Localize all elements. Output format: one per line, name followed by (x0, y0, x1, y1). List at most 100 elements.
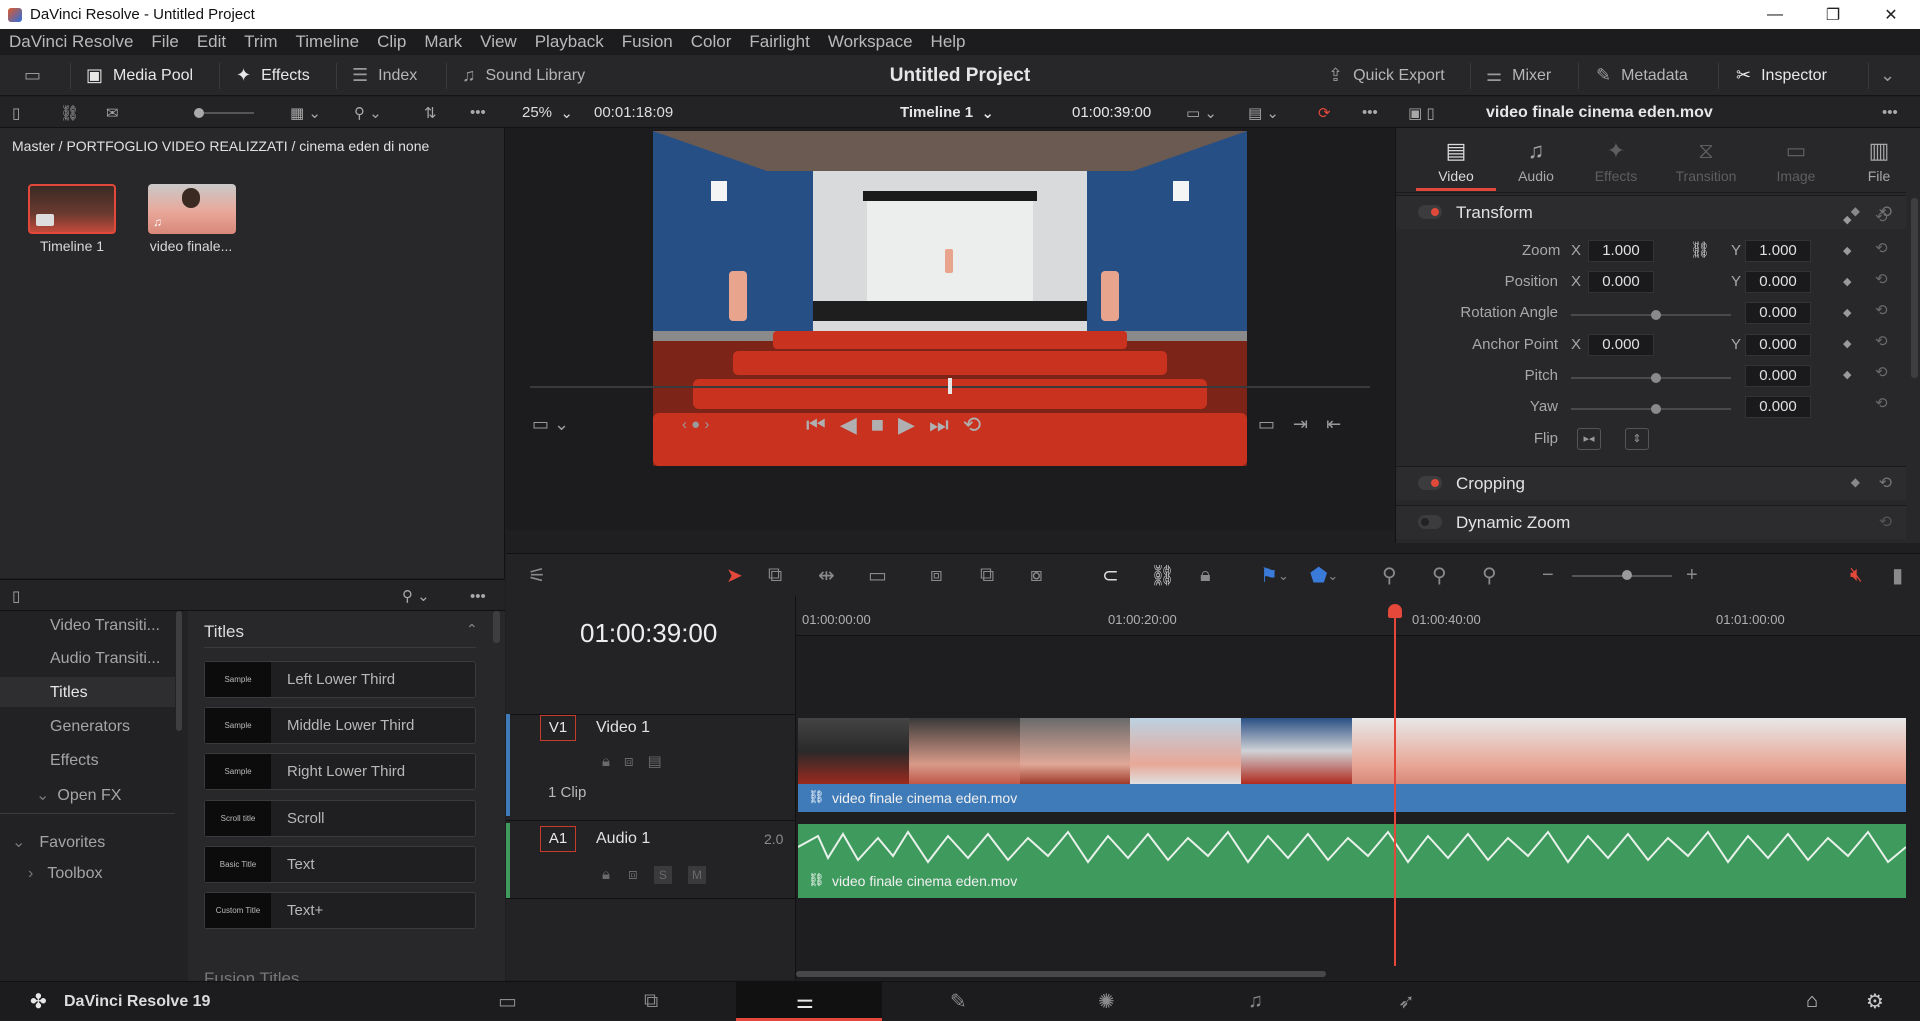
zoom-in-icon[interactable]: + (1686, 554, 1698, 597)
fairlight-page-icon[interactable]: ♫ (1248, 982, 1263, 1021)
settings-gear-icon[interactable]: ⚙ (1866, 982, 1884, 1021)
tree-item-effects[interactable]: Effects (50, 752, 99, 770)
tab-video[interactable]: ▤ Video (1416, 138, 1496, 184)
tree-item-toolbox[interactable]: › Toolbox (28, 865, 102, 883)
tree-scrollbar[interactable] (176, 611, 182, 731)
tree-item-generators[interactable]: Generators (50, 718, 130, 736)
viewer-layout-icon[interactable]: ▭ ⌄ (1186, 97, 1217, 128)
tree-item-titles[interactable]: Titles (50, 684, 88, 702)
menu-view[interactable]: View (471, 32, 526, 52)
blade-tool-icon[interactable]: ▭ (868, 554, 887, 597)
menu-davinci[interactable]: DaVinci Resolve (0, 32, 142, 52)
linked-selection-icon[interactable]: ⛓ (1150, 554, 1175, 597)
sound-library-button[interactable]: ♫ Sound Library (462, 55, 585, 96)
timeline-select[interactable]: Timeline 1 ⌄ (900, 97, 994, 128)
menu-file[interactable]: File (142, 32, 187, 52)
inspector-more-icon[interactable]: ••• (1882, 97, 1898, 128)
transform-section-header[interactable]: Transform ◆ ⟲ (1396, 195, 1906, 229)
transport-controls[interactable]: ⏮◀■▶⏭⟲ (806, 412, 995, 438)
fusion-titles-section[interactable]: Fusion Titles (204, 969, 299, 981)
keyframe-column[interactable]: ◆ ◆ ◆ ◆ ◆ ◆ (1843, 205, 1851, 391)
insert-clip-icon[interactable]: ⧈ (930, 554, 943, 597)
audio-meter-icon[interactable]: ▮ (1892, 554, 1903, 597)
collapse-section-icon[interactable]: ⌃ (466, 621, 478, 638)
video-clip-thumbnail[interactable]: ♫ (148, 184, 236, 234)
lock-icon[interactable]: 🔒︎ (602, 866, 610, 883)
menu-fairlight[interactable]: Fairlight (740, 32, 818, 52)
viewer-zoom-select[interactable]: 25% ⌄ (522, 97, 573, 128)
flip-vertical-button[interactable]: ⇕ (1625, 428, 1649, 450)
sidebar-toggle-icon[interactable]: ▯ (12, 580, 20, 612)
collapse-panel-icon[interactable]: ⌄ (1880, 55, 1905, 96)
menu-color[interactable]: Color (682, 32, 741, 52)
thumb-size-slider[interactable] (194, 97, 254, 128)
reset-icon[interactable]: ⟲ (1879, 473, 1892, 493)
timeline-zoom-slider[interactable] (1572, 554, 1672, 597)
comment-icon[interactable]: ✉ (106, 97, 119, 128)
overwrite-clip-icon[interactable]: ⧉ (980, 554, 994, 597)
title-card-text-plus[interactable]: Custom Title Text+ (204, 892, 476, 929)
media-page-icon[interactable]: ▭ (498, 982, 517, 1021)
flip-horizontal-button[interactable]: ▸◂ (1577, 428, 1601, 450)
tab-effects[interactable]: ✦ Effects (1576, 138, 1656, 184)
keyframe-diamond-icon[interactable]: ◆ (1851, 475, 1860, 489)
zoom-full-icon[interactable]: ⚲ (1382, 554, 1397, 597)
rotation-field[interactable]: 0.000 (1745, 302, 1811, 324)
title-card-text[interactable]: Basic Title Text (204, 846, 476, 883)
position-x-field[interactable]: 0.000 (1588, 271, 1654, 293)
a1-track-id[interactable]: A1 (540, 826, 576, 852)
pitch-field[interactable]: 0.000 (1745, 365, 1811, 387)
zoom-detail-icon[interactable]: ⚲ (1432, 554, 1447, 597)
rotation-slider[interactable] (1571, 310, 1731, 320)
video-track-controls[interactable]: 🔒︎⧈▤ (602, 752, 676, 770)
dynamic-trim-icon[interactable]: ⇹ (818, 554, 835, 597)
position-y-field[interactable]: 0.000 (1745, 271, 1811, 293)
tree-item-favorites[interactable]: ⌄ Favorites (12, 832, 105, 852)
cut-page-icon[interactable]: ⧉ (644, 982, 658, 1021)
play-reverse-icon[interactable]: ◀ (840, 412, 871, 437)
next-edit-icon[interactable]: ⇥ (1293, 414, 1326, 434)
viewer-playhead[interactable] (948, 378, 952, 394)
link-icon[interactable]: ⛓ (60, 97, 79, 128)
video-clip-bar[interactable]: ⛓ video finale cinema eden.mov (798, 784, 1906, 812)
transform-enable-toggle[interactable] (1418, 205, 1442, 219)
timeline-thumbnail[interactable] (28, 184, 116, 234)
audio-track-controls[interactable]: 🔒︎ ⧈ S M (602, 866, 707, 884)
timeline-view-options-icon[interactable]: ⚟ (528, 554, 546, 597)
tree-item-audio-transitions[interactable]: Audio Transiti... (50, 650, 160, 668)
menu-edit[interactable]: Edit (188, 32, 235, 52)
zoom-y-field[interactable]: 1.000 (1745, 240, 1811, 262)
search-icon[interactable]: ⚲ ⌄ (354, 97, 382, 128)
solo-button[interactable]: S (653, 866, 672, 884)
menu-help[interactable]: Help (922, 32, 975, 52)
color-page-icon[interactable]: ✺ (1098, 982, 1115, 1021)
replace-clip-icon[interactable]: ⧇ (1030, 554, 1043, 597)
cropping-section-header[interactable]: Cropping ◆ ⟲ (1396, 466, 1906, 500)
panel-toggle-icon[interactable]: ▯ (12, 97, 20, 128)
tab-transition[interactable]: ⧖ Transition (1656, 138, 1756, 184)
inspector-button[interactable]: ✂ Inspector (1736, 55, 1827, 96)
metadata-button[interactable]: ✎ Metadata (1596, 55, 1688, 96)
media-pool-button[interactable]: ▣ Media Pool (86, 55, 193, 96)
tree-item-open-fx[interactable]: ⌄ Open FX (36, 785, 121, 805)
zoom-x-field[interactable]: 1.000 (1588, 240, 1654, 262)
sort-icon[interactable]: ⇅ (424, 97, 437, 128)
audio-clip[interactable]: ⛓ video finale cinema eden.mov (798, 824, 1906, 898)
viewer-right-controls[interactable]: ▭⇥⇤ (1258, 414, 1359, 435)
deliver-page-icon[interactable]: ➶ (1398, 982, 1415, 1021)
anchor-y-field[interactable]: 0.000 (1745, 334, 1811, 356)
video-clip-thumbnails[interactable] (798, 718, 1906, 784)
inspector-scrollbar[interactable] (1911, 198, 1918, 378)
tree-item-video-transitions[interactable]: Video Transiti... (50, 617, 160, 635)
snapping-icon[interactable]: ⊂ (1102, 554, 1119, 597)
jump-end-icon[interactable]: ⏭ (929, 412, 963, 437)
menu-fusion[interactable]: Fusion (613, 32, 682, 52)
mixer-button[interactable]: ⚌ Mixer (1486, 55, 1551, 96)
menu-playback[interactable]: Playback (526, 32, 613, 52)
auto-select-icon[interactable]: ⧈ (628, 866, 638, 883)
effects-more-icon[interactable]: ••• (470, 580, 486, 612)
zoom-out-icon[interactable]: − (1542, 554, 1554, 597)
dynamic-zoom-section-header[interactable]: Dynamic Zoom ⟲ (1396, 505, 1906, 539)
zoom-custom-icon[interactable]: ⚲ (1482, 554, 1497, 597)
quick-export-button[interactable]: ⇪ Quick Export (1328, 55, 1445, 96)
